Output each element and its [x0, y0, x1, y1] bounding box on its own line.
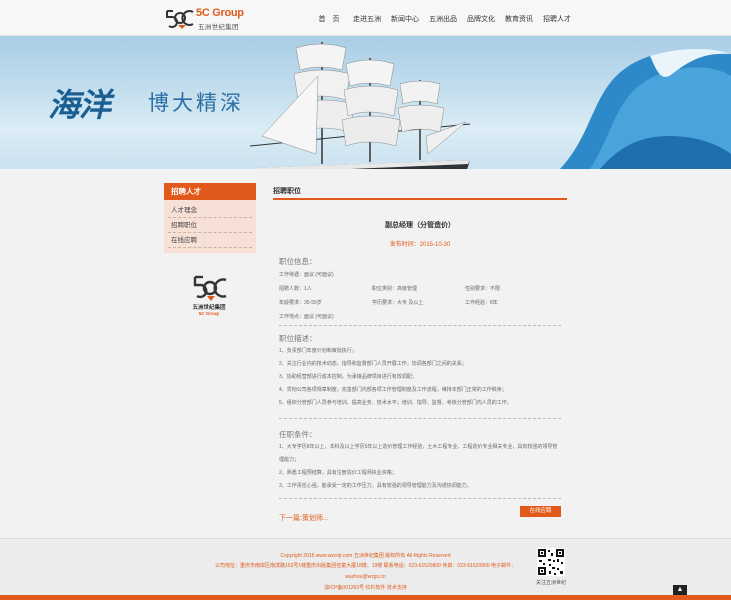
nav-item-home[interactable]: 首 页 [310, 13, 348, 27]
job-category: 职位类别：高级管理 [372, 286, 418, 292]
job-info-heading: 职位信息： [279, 257, 317, 266]
logo-text-en: 5C Group [196, 7, 244, 19]
qr-caption: 关注五洲世纪 [535, 580, 566, 586]
sidebar-item-apply-online[interactable]: 在线应聘 [168, 233, 252, 248]
job-description-list: 1、负责部门年度计划和审批执行； 2、关注行业内的技术动态，指导和监督部门人员开… [279, 345, 561, 410]
main-nav: 首 页 走进五洲 新闻中心 五洲出品 品牌文化 教育资讯 招聘人才 [310, 13, 576, 27]
nav-item-news[interactable]: 新闻中心 [386, 13, 424, 27]
sidebar-logo-en: 5C Group [198, 311, 220, 316]
nav-item-products[interactable]: 五洲出品 [424, 13, 462, 27]
list-item: 1、大专学历8年以上、本科及以上学历5年以上造价管理工作经验，土木工程专业、工程… [279, 444, 558, 463]
qr-code-icon [537, 548, 565, 576]
list-item: 2、熟悉工程预结算，具有注册造价工程师执业资格； [279, 470, 397, 476]
site-footer: Copyright 2015 www.wzcnjt.com 五洲世纪集团 版权所… [0, 538, 731, 595]
sidebar-menu: 人才理念 招聘职位 在线应聘 [164, 200, 256, 253]
divider [279, 498, 561, 499]
publish-date: 发布时间：2015-10-30 [389, 242, 451, 248]
nav-item-education[interactable]: 教育资讯 [500, 13, 538, 27]
list-item: 4、贯彻公司各项规章制度，完善部门内部各项工作管理制度及工作流程，维持本部门正常… [279, 387, 507, 393]
footer-address: 公司地址：重庆市南岸区南滨路162号1幢重庆出版集团佳童大厦18楼、19楼 联系… [215, 563, 516, 569]
footer-accent-bar [0, 595, 731, 600]
apply-online-button[interactable]: 在线应聘 [520, 506, 561, 517]
requirements-heading: 任职条件： [279, 430, 317, 439]
job-title: 副总经理（分管造价） [385, 222, 455, 229]
site-logo[interactable]: 5C Group 五洲世纪集团 [164, 6, 244, 31]
list-item: 5、组织分管部门人员参与培训、提高业务、技术水平；培训、指导、监督、考核分管部门… [279, 400, 512, 406]
sidebar: 招聘人才 人才理念 招聘职位 在线应聘 五洲世纪集团 5C Group [164, 183, 256, 316]
banner-slogan-main: 海洋 [48, 86, 111, 124]
footer-copyright: Copyright 2015 www.wzcnjt.com 五洲世纪集团 版权所… [280, 553, 451, 559]
job-description-heading: 职位描述： [279, 334, 317, 343]
logo-mark-icon [166, 10, 194, 29]
list-item: 3、工作责任心强，能承受一定的工作压力，具有较强的领导管理能力及沟通协调能力。 [279, 483, 472, 489]
job-education: 学历要求：大专 及以上 [372, 300, 424, 306]
hero-banner: 海洋 博大精深 [0, 36, 731, 169]
job-gender: 性别要求：不限 [465, 286, 501, 292]
divider [279, 418, 561, 419]
divider [279, 325, 561, 326]
site-header: 5C Group 五洲世纪集团 首 页 走进五洲 新闻中心 五洲出品 品牌文化 … [0, 0, 731, 36]
breadcrumb: 招聘职位 [273, 183, 567, 200]
job-age: 年龄要求：35-55岁 [279, 300, 322, 306]
sidebar-logo-mark-icon [193, 275, 227, 301]
nav-item-brand[interactable]: 品牌文化 [462, 13, 500, 27]
list-item: 2、关注行业内的技术动态，指导和监督部门人员开展工作，协调各部门之间的关系； [279, 361, 467, 367]
job-experience: 工作经验：8年 [465, 300, 498, 306]
sidebar-item-talent-philosophy[interactable]: 人才理念 [168, 203, 252, 218]
sidebar-logo-cn: 五洲世纪集团 [192, 305, 226, 311]
footer-icp[interactable]: 渝ICP备001263号 红杉软件 技术支持 [0, 584, 731, 591]
logo-text-cn: 五洲世纪集团 [198, 24, 239, 31]
job-headcount: 招聘人数：1人 [279, 286, 312, 292]
nav-item-about[interactable]: 走进五洲 [348, 13, 386, 27]
sidebar-logo: 五洲世纪集团 5C Group [186, 273, 232, 321]
list-item: 1、负责部门年度计划和审批执行； [279, 348, 357, 354]
job-location: 工作地点：面议 (可面议) [279, 314, 334, 320]
job-salary: 工作待遇：面议 (可面议) [279, 272, 334, 278]
nav-item-recruitment[interactable]: 招聘人才 [538, 13, 576, 27]
list-item: 3、协助经营部进行成本控制，为承接品牌项目进行有效调配； [279, 374, 417, 380]
footer-email[interactable]: wuzhou@wzgs.cn [0, 574, 731, 580]
requirements-list: 1、大专学历8年以上、本科及以上学历5年以上造价管理工作经验，土木工程专业、工程… [279, 441, 561, 493]
next-post-link[interactable]: 下一篇:策划师... [279, 513, 329, 523]
main-content: 招聘职位 副总经理（分管造价） 发布时间：2015-10-30 职位信息： 工作… [273, 183, 567, 522]
sidebar-title: 招聘人才 [164, 183, 256, 200]
back-to-top-button[interactable]: ▲ [673, 585, 687, 595]
sidebar-item-job-openings[interactable]: 招聘职位 [168, 218, 252, 233]
banner-slogan-sub: 博大精深 [148, 91, 244, 115]
